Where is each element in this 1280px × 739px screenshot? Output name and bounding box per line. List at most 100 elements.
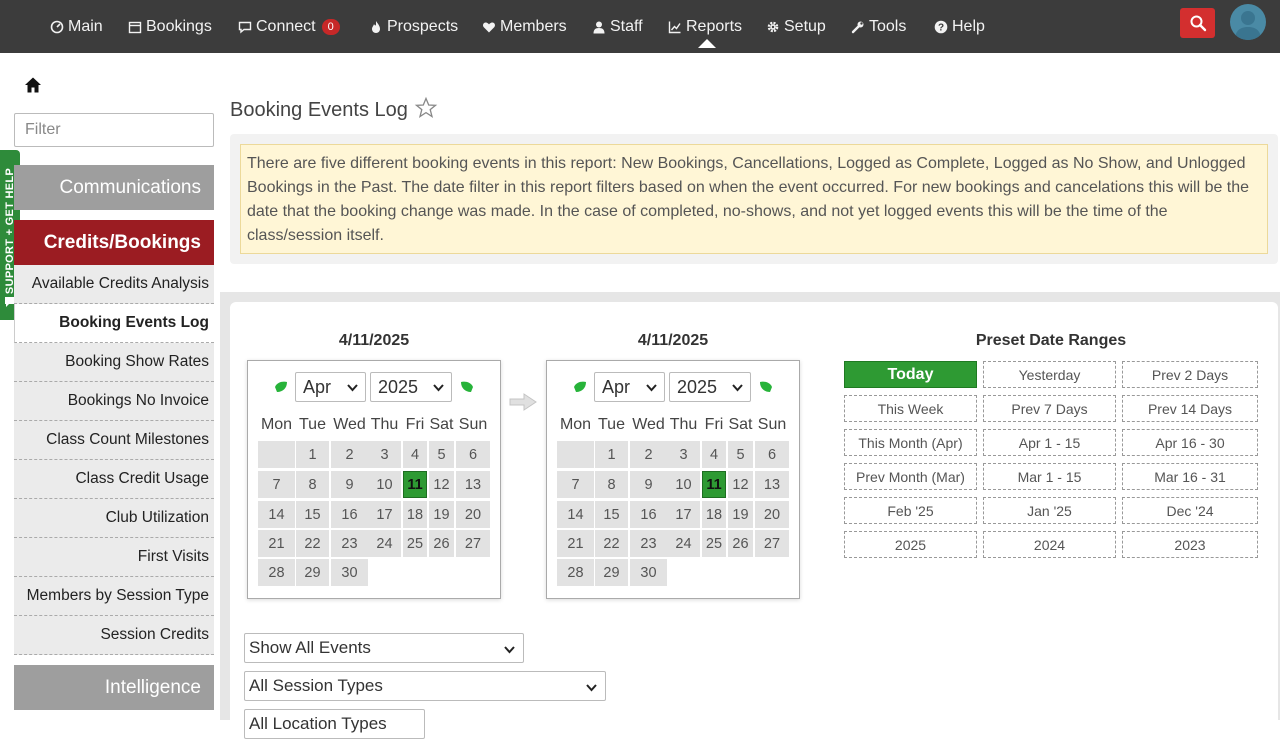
calendar-day[interactable]: 4 [403, 441, 427, 468]
preset-button-prev-14-days[interactable]: Prev 14 Days [1122, 395, 1258, 422]
calendar-day[interactable]: 28 [557, 559, 594, 586]
calendar-day[interactable]: 13 [456, 471, 490, 498]
calendar-day[interactable]: 16 [630, 501, 667, 528]
calendar-day[interactable]: 15 [296, 501, 329, 528]
calendar-day[interactable]: 2 [630, 441, 667, 468]
preset-button-apr-16-30[interactable]: Apr 16 - 30 [1122, 429, 1258, 456]
calendar-day-selected[interactable]: 11 [403, 471, 427, 498]
calendar-day[interactable]: 9 [630, 471, 667, 498]
next-month-icon[interactable] [759, 380, 773, 394]
calendar-day[interactable]: 21 [258, 530, 295, 557]
sidebar-item-class-credit-usage[interactable]: Class Credit Usage [14, 460, 214, 499]
calendar-day[interactable]: 14 [557, 501, 594, 528]
preset-button-jan-25[interactable]: Jan '25 [983, 497, 1116, 524]
calendar-day[interactable]: 14 [258, 501, 295, 528]
year-select[interactable]: 2025 [370, 372, 452, 402]
sidebar-item-session-credits[interactable]: Session Credits [14, 616, 214, 655]
sidebar-item-first-visits[interactable]: First Visits [14, 538, 214, 577]
nav-members[interactable]: Members [482, 0, 567, 53]
nav-help[interactable]: ? Help [934, 0, 985, 53]
session-type-select[interactable]: All Session Types [244, 671, 606, 701]
calendar-day[interactable]: 18 [702, 501, 726, 528]
calendar-day[interactable]: 30 [630, 559, 667, 586]
search-button[interactable] [1180, 8, 1215, 38]
calendar-day[interactable]: 23 [331, 530, 368, 557]
calendar-day[interactable]: 25 [403, 530, 427, 557]
month-select[interactable]: Apr [295, 372, 366, 402]
preset-button-prev-2-days[interactable]: Prev 2 Days [1122, 361, 1258, 388]
preset-button-today[interactable]: Today [844, 361, 977, 388]
calendar-day[interactable]: 30 [331, 559, 368, 586]
home-icon[interactable] [24, 76, 42, 99]
nav-prospects[interactable]: Prospects [369, 0, 458, 53]
calendar-day[interactable]: 7 [557, 471, 594, 498]
nav-connect[interactable]: Connect 0 [238, 0, 340, 53]
sidebar-section-credits-bookings[interactable]: Credits/Bookings [14, 220, 214, 265]
calendar-day[interactable]: 9 [331, 471, 368, 498]
prev-month-icon[interactable] [274, 380, 288, 394]
calendar-day[interactable]: 27 [456, 530, 490, 557]
preset-button-2024[interactable]: 2024 [983, 531, 1116, 558]
calendar-day[interactable]: 12 [728, 471, 753, 498]
calendar-day[interactable]: 1 [595, 441, 628, 468]
preset-button-mar-1-15[interactable]: Mar 1 - 15 [983, 463, 1116, 490]
sidebar-item-members-by-session-type[interactable]: Members by Session Type [14, 577, 214, 616]
preset-button-feb-25[interactable]: Feb '25 [844, 497, 977, 524]
calendar-day[interactable]: 6 [755, 441, 789, 468]
calendar-day[interactable]: 8 [595, 471, 628, 498]
sidebar-item-available-credits-analysis[interactable]: Available Credits Analysis [14, 265, 214, 304]
preset-button-prev-month-mar[interactable]: Prev Month (Mar) [844, 463, 977, 490]
calendar-day[interactable]: 27 [755, 530, 789, 557]
calendar-day[interactable]: 29 [595, 559, 628, 586]
calendar-day[interactable]: 24 [368, 530, 401, 557]
calendar-day[interactable]: 5 [728, 441, 753, 468]
calendar-day[interactable]: 28 [258, 559, 295, 586]
calendar-day[interactable]: 10 [368, 471, 401, 498]
preset-button-dec-24[interactable]: Dec '24 [1122, 497, 1258, 524]
calendar-day[interactable]: 20 [755, 501, 789, 528]
year-select[interactable]: 2025 [669, 372, 751, 402]
sidebar-item-booking-show-rates[interactable]: Booking Show Rates [14, 343, 214, 382]
calendar-day[interactable]: 5 [429, 441, 454, 468]
sidebar-item-booking-events-log[interactable]: Booking Events Log [14, 304, 214, 343]
next-month-icon[interactable] [460, 380, 474, 394]
calendar-day[interactable]: 7 [258, 471, 295, 498]
sidebar-section-communications[interactable]: Communications [14, 165, 214, 210]
calendar-day[interactable]: 19 [728, 501, 753, 528]
calendar-day[interactable]: 20 [456, 501, 490, 528]
calendar-day[interactable]: 2 [331, 441, 368, 468]
calendar-day[interactable]: 19 [429, 501, 454, 528]
calendar-day[interactable]: 22 [296, 530, 329, 557]
sidebar-section-intelligence[interactable]: Intelligence [14, 665, 214, 710]
preset-button-this-month-apr[interactable]: This Month (Apr) [844, 429, 977, 456]
calendar-day[interactable]: 3 [667, 441, 700, 468]
preset-button-2023[interactable]: 2023 [1122, 531, 1258, 558]
preset-button-prev-7-days[interactable]: Prev 7 Days [983, 395, 1116, 422]
preset-button-mar-16-31[interactable]: Mar 16 - 31 [1122, 463, 1258, 490]
calendar-day[interactable]: 1 [296, 441, 329, 468]
calendar-day[interactable]: 13 [755, 471, 789, 498]
event-type-select[interactable]: Show All Events [244, 633, 524, 663]
calendar-day[interactable]: 18 [403, 501, 427, 528]
calendar-day[interactable]: 15 [595, 501, 628, 528]
nav-main[interactable]: Main [50, 0, 103, 53]
nav-tools[interactable]: Tools [851, 0, 906, 53]
calendar-day[interactable]: 21 [557, 530, 594, 557]
nav-staff[interactable]: Staff [592, 0, 643, 53]
calendar-day[interactable]: 4 [702, 441, 726, 468]
preset-button-apr-1-15[interactable]: Apr 1 - 15 [983, 429, 1116, 456]
nav-setup[interactable]: Setup [766, 0, 826, 53]
calendar-day[interactable]: 17 [667, 501, 700, 528]
sidebar-item-class-count-milestones[interactable]: Class Count Milestones [14, 421, 214, 460]
month-select[interactable]: Apr [594, 372, 665, 402]
sidebar-item-club-utilization[interactable]: Club Utilization [14, 499, 214, 538]
preset-button-this-week[interactable]: This Week [844, 395, 977, 422]
calendar-day[interactable]: 10 [667, 471, 700, 498]
calendar-day[interactable]: 8 [296, 471, 329, 498]
nav-bookings[interactable]: Bookings [128, 0, 212, 53]
favorite-star-icon[interactable] [414, 96, 438, 125]
calendar-day-selected[interactable]: 11 [702, 471, 726, 498]
preset-button-2025[interactable]: 2025 [844, 531, 977, 558]
preset-button-yesterday[interactable]: Yesterday [983, 361, 1116, 388]
calendar-day[interactable]: 16 [331, 501, 368, 528]
